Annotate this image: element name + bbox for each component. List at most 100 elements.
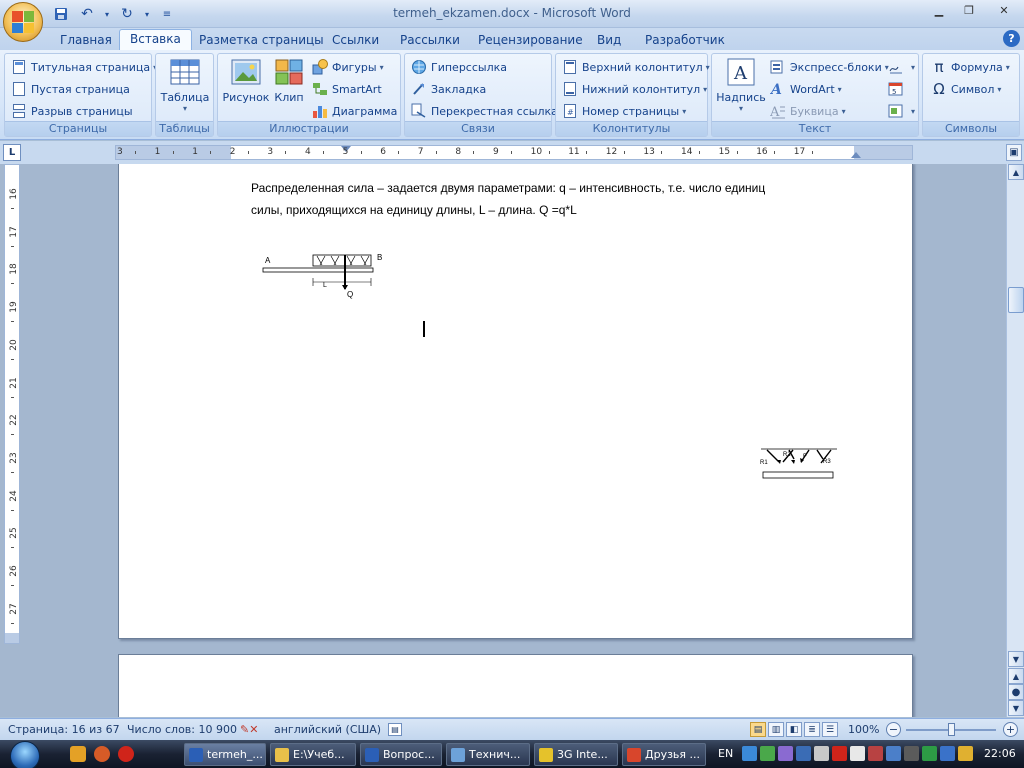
zoom-slider-thumb[interactable] [948, 723, 955, 736]
view-ruler-icon[interactable]: ▣ [1006, 144, 1022, 161]
paragraph-line: Распределенная сила – задается двумя пар… [251, 181, 766, 195]
word-count[interactable]: Число слов: 10 900 [127, 723, 237, 736]
page-break-button[interactable]: Разрыв страницы [11, 101, 133, 121]
date-time-button[interactable]: 5 [888, 79, 908, 99]
document-page[interactable]: Распределенная сила – задается двумя пар… [118, 164, 913, 639]
tray-icon[interactable] [850, 746, 865, 761]
taskbar-task[interactable]: termeh_... [184, 743, 266, 766]
tab-insert[interactable]: Вставка [119, 29, 192, 51]
taskbar-task[interactable]: Друзья ... [622, 743, 706, 766]
picture-label: Рисунок [222, 91, 270, 104]
document-page-next[interactable] [118, 654, 913, 717]
tab-references[interactable]: Ссылки [322, 31, 389, 50]
tray-icon[interactable] [886, 746, 901, 761]
help-icon[interactable]: ? [1003, 30, 1020, 47]
taskbar-task[interactable]: Вопрос... [360, 743, 442, 766]
table-button[interactable]: Таблица ▾ [160, 56, 210, 118]
distributed-load-diagram: A B L Q [262, 253, 382, 299]
quicklaunch-avast-icon[interactable] [70, 746, 86, 762]
tab-home[interactable]: Главная [50, 31, 122, 50]
page-break-icon [11, 103, 27, 119]
zoom-out-icon[interactable]: − [886, 722, 901, 737]
page-count[interactable]: Страница: 16 из 67 [8, 723, 120, 736]
page-number-button[interactable]: # Номер страницы ▾ [562, 101, 686, 121]
symbol-button[interactable]: Ω Символ ▾ [931, 79, 1001, 99]
header-button[interactable]: Верхний колонтитул ▾ [562, 57, 710, 77]
scroll-down-icon[interactable]: ▼ [1008, 651, 1024, 667]
next-page-icon[interactable]: ▼ [1008, 700, 1024, 716]
svg-text:A: A [770, 82, 782, 97]
label-r1: R1 [760, 460, 768, 466]
shapes-button[interactable]: Фигуры ▾ [312, 57, 384, 77]
horizontal-ruler[interactable]: 3 1 1 2 3 4 5 6 7 8 9 10 11 12 13 14 15 16 17 [115, 145, 913, 160]
tray-icon[interactable] [832, 746, 847, 761]
quicklaunch-firefox-icon[interactable] [94, 746, 110, 762]
tab-view[interactable]: Вид [587, 31, 631, 50]
tab-mailings[interactable]: Рассылки [390, 31, 470, 50]
vertical-scrollbar[interactable]: ▲ ▼ ▲ ● ▼ [1006, 164, 1024, 717]
quick-parts-button[interactable]: Экспресс-блоки ▾ [770, 57, 889, 77]
browse-object-icon[interactable]: ● [1008, 684, 1024, 700]
zoom-in-icon[interactable]: + [1003, 722, 1018, 737]
clipart-icon [275, 59, 303, 85]
textbox-button[interactable]: A Надпись ▾ [716, 56, 766, 118]
proofing-icon[interactable]: ✎✕ [240, 723, 258, 736]
smartart-button[interactable]: SmartArt [312, 79, 382, 99]
dropcap-button[interactable]: A Буквица ▾ [770, 101, 846, 121]
tab-selector[interactable]: L [3, 144, 21, 161]
bookmark-button[interactable]: Закладка [411, 79, 486, 99]
close-button[interactable]: ✕ [984, 0, 1024, 20]
scroll-thumb[interactable] [1008, 287, 1024, 313]
blank-page-label: Пустая страница [31, 82, 130, 96]
tray-icon[interactable] [958, 746, 973, 761]
signature-line-button[interactable]: ▾ [888, 57, 915, 77]
web-layout-view-icon[interactable]: ◧ [786, 722, 802, 737]
clip-button[interactable]: Клип [272, 56, 306, 118]
tray-icon[interactable] [778, 746, 793, 761]
tray-icon[interactable] [904, 746, 919, 761]
network-icon[interactable] [796, 746, 811, 761]
tab-review[interactable]: Рецензирование [468, 31, 593, 50]
blank-page-button[interactable]: Пустая страница [11, 79, 130, 99]
office-button[interactable] [3, 2, 43, 42]
tray-icon[interactable] [760, 746, 775, 761]
volume-icon[interactable] [814, 746, 829, 761]
picture-button[interactable]: Рисунок [222, 56, 270, 118]
previous-page-icon[interactable]: ▲ [1008, 668, 1024, 684]
tray-icon[interactable] [868, 746, 883, 761]
wordart-button[interactable]: A WordArt ▾ [770, 79, 842, 99]
smartart-label: SmartArt [332, 82, 382, 96]
taskbar-task[interactable]: 3G Inte... [534, 743, 618, 766]
ruler-number: 14 [681, 147, 693, 157]
object-button[interactable]: ▾ [888, 101, 915, 121]
full-screen-reading-view-icon[interactable]: ▥ [768, 722, 784, 737]
keyboard-language[interactable]: EN [718, 747, 733, 760]
language-indicator[interactable]: английский (США) [274, 723, 381, 736]
right-indent-marker[interactable] [851, 152, 861, 158]
zoom-level[interactable]: 100% [848, 723, 879, 736]
tray-icon[interactable] [742, 746, 757, 761]
tab-developer[interactable]: Разработчик [635, 31, 735, 50]
draft-view-icon[interactable]: ☰ [822, 722, 838, 737]
body-paragraph[interactable]: Распределенная сила – задается двумя пар… [251, 177, 851, 221]
footer-button[interactable]: Нижний колонтитул ▾ [562, 79, 707, 99]
vertical-ruler[interactable]: 16 17 18 19 20 21 22 23 24 25 26 27 [4, 164, 20, 644]
print-layout-view-icon[interactable]: ▤ [750, 722, 766, 737]
minimize-button[interactable]: ▁ [924, 0, 954, 20]
outline-view-icon[interactable]: ≣ [804, 722, 820, 737]
hyperlink-button[interactable]: Гиперссылка [411, 57, 507, 77]
tray-icon[interactable] [922, 746, 937, 761]
equation-button[interactable]: π Формула ▾ [931, 57, 1009, 77]
tab-page-layout[interactable]: Разметка страницы [189, 31, 334, 50]
scroll-up-icon[interactable]: ▲ [1008, 164, 1024, 180]
start-button[interactable] [10, 741, 40, 768]
cross-reference-button[interactable]: Перекрестная ссылка [411, 101, 558, 121]
maximize-button[interactable]: ❐ [954, 0, 984, 20]
macro-record-icon[interactable]: ▤ [388, 723, 402, 736]
quicklaunch-opera-icon[interactable] [118, 746, 134, 762]
cover-page-button[interactable]: Титульная страница▾ [11, 57, 157, 77]
taskbar-task[interactable]: E:\Учеб... [270, 743, 356, 766]
tray-icon[interactable] [940, 746, 955, 761]
chart-button[interactable]: Диаграмма [312, 101, 397, 121]
taskbar-task[interactable]: Технич... [446, 743, 530, 766]
